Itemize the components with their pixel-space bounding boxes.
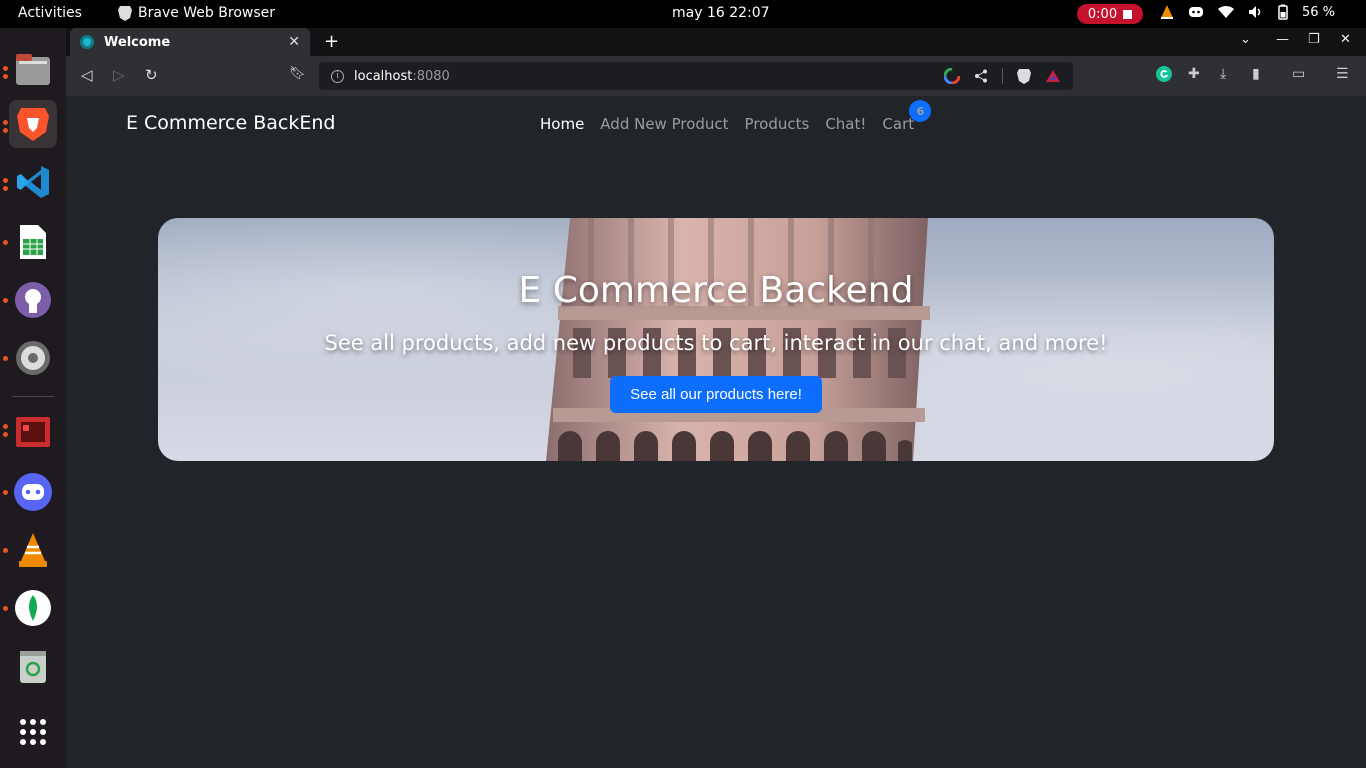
tab-welcome[interactable]: Welcome ✕ xyxy=(70,28,310,56)
see-all-products-button[interactable]: See all our products here! xyxy=(610,376,822,413)
back-icon[interactable]: ◁ xyxy=(81,66,93,84)
share-icon[interactable] xyxy=(974,69,988,83)
system-tray[interactable]: 56 % xyxy=(1160,4,1335,20)
spreadsheet-icon[interactable] xyxy=(9,218,57,266)
battery-icon xyxy=(1278,4,1288,20)
cart-count-badge: 6 xyxy=(909,100,932,122)
hero-banner: E Commerce Backend See all products, add… xyxy=(158,218,1274,461)
settings-icon[interactable] xyxy=(9,334,57,382)
trash-icon[interactable] xyxy=(9,642,57,690)
nav-link-add-new-product[interactable]: Add New Product xyxy=(600,115,728,133)
sidebar-icon[interactable]: ▮ xyxy=(1252,66,1260,82)
dock-running-dot xyxy=(3,424,8,429)
discord-tray-icon xyxy=(1189,7,1203,17)
address-bar-divider xyxy=(1002,68,1003,84)
nav-link-cart-label: Cart xyxy=(882,115,915,133)
dock-running-dot xyxy=(3,490,8,495)
dock-running-dot xyxy=(3,432,8,437)
volume-icon xyxy=(1249,6,1261,18)
nav-link-chat[interactable]: Chat! xyxy=(825,115,866,133)
dock-running-dot xyxy=(3,120,8,125)
nav-link-home[interactable]: Home xyxy=(540,115,584,133)
dock-running-dot xyxy=(3,66,8,71)
navbar-links: Home Add New Product Products Chat! Cart… xyxy=(540,100,932,133)
dock-running-dot xyxy=(3,606,8,611)
dock-separator xyxy=(12,396,54,397)
brave-rewards-icon[interactable] xyxy=(1045,69,1061,83)
dock-running-dot xyxy=(3,178,8,183)
new-tab-button[interactable]: + xyxy=(324,31,339,52)
google-icon[interactable] xyxy=(944,68,960,84)
dock-running-dot xyxy=(3,298,8,303)
dock-running-dot xyxy=(3,548,8,553)
focused-app-menu[interactable]: Brave Web Browser xyxy=(118,5,275,21)
brave-icon[interactable] xyxy=(9,100,57,148)
downloads-icon[interactable]: ⤓ xyxy=(1220,66,1226,82)
nav-link-cart[interactable]: Cart 6 xyxy=(882,100,932,133)
vlc-icon[interactable] xyxy=(9,526,57,574)
mongodb-icon[interactable] xyxy=(9,584,57,632)
site-info-icon[interactable]: i xyxy=(331,69,344,83)
browser-window: Welcome ✕ + ⌄ — ❐ ✕ ◁ ▷ ↻ 🔖︎ i localhost… xyxy=(66,28,1366,768)
dock-running-dot xyxy=(3,74,8,79)
nav-link-products[interactable]: Products xyxy=(745,115,810,133)
browser-toolbar: ◁ ▷ ↻ 🔖︎ i localhost:8080 ✚ ⤓ ▮ ▭ ☰ xyxy=(66,56,1366,96)
minimize-icon[interactable]: — xyxy=(1276,32,1289,47)
focused-app-name: Brave Web Browser xyxy=(138,5,275,21)
close-window-icon[interactable]: ✕ xyxy=(1340,32,1351,47)
reload-icon[interactable]: ↻ xyxy=(145,66,158,84)
battery-percent: 56 % xyxy=(1302,4,1336,20)
recording-time: 0:00 xyxy=(1087,6,1118,22)
dock-running-dot xyxy=(3,186,8,191)
clock[interactable]: may 16 22:07 xyxy=(672,5,770,21)
system-top-bar: Activities Brave Web Browser may 16 22:0… xyxy=(0,0,1366,28)
activities-button[interactable]: Activities xyxy=(18,5,82,21)
hero-subtitle: See all products, add new products to ca… xyxy=(324,331,1108,355)
tab-search-chevron-icon[interactable]: ⌄ xyxy=(1240,32,1251,47)
navbar-brand[interactable]: E Commerce BackEnd xyxy=(126,112,335,134)
address-bar[interactable]: i localhost:8080 xyxy=(319,62,1073,90)
grammarly-icon[interactable] xyxy=(1156,66,1172,82)
url-host: localhost xyxy=(354,68,413,84)
dock xyxy=(0,28,66,768)
app-grid-icon[interactable] xyxy=(9,708,57,756)
forward-icon[interactable]: ▷ xyxy=(113,66,125,84)
close-tab-icon[interactable]: ✕ xyxy=(288,34,300,50)
brave-shields-icon[interactable] xyxy=(1017,68,1031,84)
dock-running-dot xyxy=(3,356,8,361)
vlc-tray-icon xyxy=(1161,5,1173,19)
tab-title: Welcome xyxy=(104,34,171,50)
recording-indicator[interactable]: 0:00 xyxy=(1077,4,1143,24)
github-icon[interactable] xyxy=(9,276,57,324)
restore-icon[interactable]: ❐ xyxy=(1308,32,1320,47)
discord-icon[interactable] xyxy=(9,468,57,516)
tab-strip: Welcome ✕ + ⌄ — ❐ ✕ xyxy=(66,28,1366,56)
screen-recorder-icon[interactable] xyxy=(9,408,57,456)
wifi-icon xyxy=(1218,5,1234,19)
extensions-puzzle-icon[interactable]: ✚ xyxy=(1188,66,1200,82)
web-page: E Commerce BackEnd Home Add New Product … xyxy=(66,96,1366,768)
dock-running-dot xyxy=(3,240,8,245)
stop-recording-icon xyxy=(1123,9,1133,19)
vscode-icon[interactable] xyxy=(9,158,57,206)
wallet-icon[interactable]: ▭ xyxy=(1292,66,1305,82)
hero-title: E Commerce Backend xyxy=(518,270,914,311)
bookmark-icon[interactable]: 🔖︎ xyxy=(289,66,306,81)
dock-running-dot xyxy=(3,128,8,133)
url-port: :8080 xyxy=(412,68,450,84)
menu-icon[interactable]: ☰ xyxy=(1336,66,1349,82)
files-icon[interactable] xyxy=(9,46,57,94)
site-favicon-icon xyxy=(80,35,94,49)
brave-lion-icon xyxy=(118,6,132,21)
